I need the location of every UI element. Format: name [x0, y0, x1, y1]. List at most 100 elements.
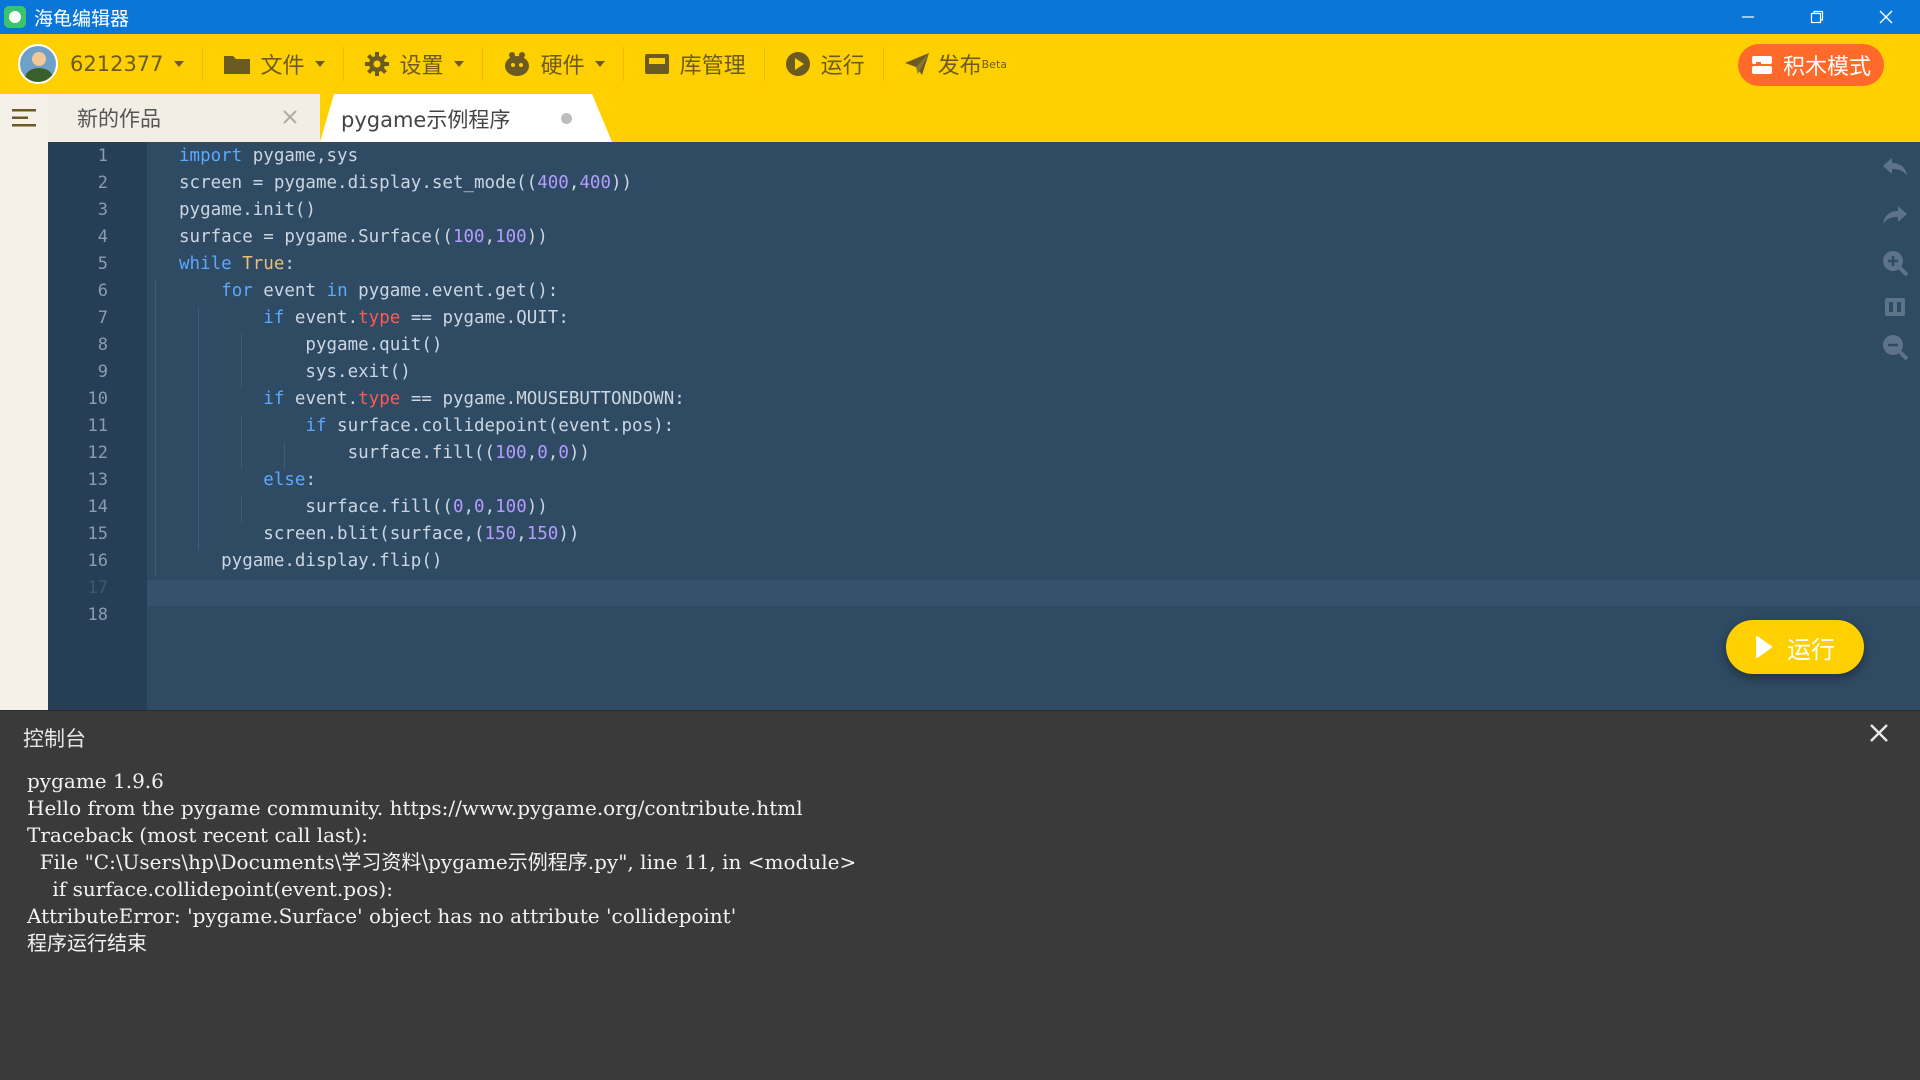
- undo-icon: [1883, 158, 1907, 176]
- run-button[interactable]: 运行: [1726, 620, 1864, 674]
- code-line[interactable]: for event in pygame.event.get():: [179, 278, 558, 305]
- code-line[interactable]: pygame.display.flip(): [179, 548, 442, 575]
- console-line: if surface.collidepoint(event.pos):: [27, 877, 393, 901]
- line-number: 18: [87, 605, 108, 625]
- code-line[interactable]: surface.fill((100,0,0)): [179, 440, 590, 467]
- avatar: [18, 44, 58, 84]
- run-menu-label: 运行: [820, 54, 865, 79]
- play-icon: [1756, 636, 1772, 658]
- undo-button[interactable]: [1880, 152, 1910, 182]
- close-icon[interactable]: [280, 107, 300, 127]
- hardware-menu-label: 硬件: [540, 54, 585, 79]
- code-editor[interactable]: 1 2 3 4 5 6 7 8 9 10 11 12 13 14 15 16 1…: [48, 142, 1920, 710]
- user-id: 6212377: [70, 52, 164, 76]
- blocks-icon: [1751, 56, 1772, 74]
- code-line[interactable]: if surface.collidepoint(event.pos):: [179, 413, 674, 440]
- zoom-out-icon: [1883, 335, 1908, 360]
- file-menu[interactable]: 文件: [223, 34, 325, 94]
- divider: [622, 47, 624, 81]
- line-number: 1: [97, 146, 108, 166]
- paper-plane-icon: [904, 53, 929, 75]
- app-title: 海龟编辑器: [34, 7, 130, 30]
- line-number: 14: [87, 497, 108, 517]
- code-line[interactable]: surface = pygame.Surface((100,100)): [179, 224, 548, 251]
- line-number: 13: [87, 470, 108, 490]
- editor-side-tools: [1870, 142, 1920, 710]
- console-title: 控制台: [23, 727, 86, 751]
- tab-label: 新的作品: [77, 107, 161, 131]
- fit-icon: [1885, 298, 1905, 316]
- chevron-down-icon: [453, 61, 464, 67]
- code-line[interactable]: pygame.quit(): [179, 332, 442, 359]
- code-line[interactable]: surface.fill((0,0,100)): [179, 494, 547, 521]
- inbox-icon: [644, 54, 669, 74]
- window-controls: [1713, 0, 1920, 34]
- console-line: Hello from the pygame community. https:/…: [27, 796, 803, 820]
- line-number: 4: [97, 227, 108, 247]
- code-line[interactable]: while True:: [179, 251, 295, 278]
- line-number: 12: [87, 443, 108, 463]
- line-number: 6: [97, 281, 108, 301]
- main-toolbar: 6212377 文件 设置 硬件 库管理 运行 发布 Beta 积木模式: [0, 34, 1920, 94]
- restore-icon: [1810, 10, 1823, 24]
- folder-icon: [223, 56, 250, 74]
- line-number: 7: [97, 308, 108, 328]
- chevron-down-icon: [594, 61, 605, 67]
- app-logo-icon: [4, 6, 26, 28]
- settings-menu[interactable]: 设置: [364, 34, 464, 94]
- code-line[interactable]: pygame.init(): [179, 197, 316, 224]
- code-line[interactable]: sys.exit(): [179, 359, 410, 386]
- sidebar-toggle-button[interactable]: [0, 94, 48, 142]
- tab-pygame-example[interactable]: pygame示例程序: [320, 94, 612, 142]
- user-menu[interactable]: 6212377: [18, 34, 184, 94]
- zoom-in-button[interactable]: [1880, 248, 1910, 278]
- line-number: 3: [97, 200, 108, 220]
- code-line[interactable]: else:: [179, 467, 316, 494]
- console-line: AttributeError: 'pygame.Surface' object …: [27, 904, 737, 928]
- active-line-highlight: [147, 580, 1920, 606]
- redo-icon: [1883, 206, 1907, 224]
- code-line[interactable]: if event.type == pygame.MOUSEBUTTONDOWN:: [179, 386, 684, 413]
- indent-guide: [155, 280, 156, 577]
- publish-label: 发布: [937, 54, 982, 79]
- code-line[interactable]: if event.type == pygame.QUIT:: [179, 305, 569, 332]
- close-icon[interactable]: [1868, 722, 1890, 744]
- hamburger-menu-icon: [12, 109, 36, 127]
- zoom-out-button[interactable]: [1880, 332, 1910, 362]
- tab-label: pygame示例程序: [341, 108, 511, 132]
- console-line: File "C:\Users\hp\Documents\学习资料\pygame示…: [27, 850, 857, 874]
- divider: [763, 47, 765, 81]
- publish-button[interactable]: 发布 Beta: [904, 34, 1007, 94]
- line-number: 16: [87, 551, 108, 571]
- minimize-icon: [1741, 16, 1754, 18]
- code-line[interactable]: import pygame,sys: [179, 143, 358, 170]
- block-mode-label: 积木模式: [1782, 55, 1871, 80]
- close-button[interactable]: [1851, 0, 1920, 34]
- tab-new-work[interactable]: 新的作品: [48, 94, 320, 142]
- code-line[interactable]: screen.blit(surface,(150,150)): [179, 521, 579, 548]
- line-number: 5: [97, 254, 108, 274]
- divider: [882, 47, 884, 81]
- unsaved-dot-icon: [561, 113, 572, 124]
- library-button[interactable]: 库管理: [644, 34, 746, 94]
- chevron-down-icon: [173, 61, 184, 67]
- hardware-menu[interactable]: 硬件: [503, 34, 605, 94]
- line-number: 11: [87, 416, 108, 436]
- title-bar: 海龟编辑器: [0, 0, 1920, 34]
- line-number: 8: [97, 335, 108, 355]
- restore-button[interactable]: [1782, 0, 1851, 34]
- block-mode-button[interactable]: 积木模式: [1738, 44, 1884, 86]
- minimize-button[interactable]: [1713, 0, 1782, 34]
- run-button-label: 运行: [1787, 635, 1835, 664]
- zoom-in-icon: [1883, 251, 1908, 276]
- line-gutter: 1 2 3 4 5 6 7 8 9 10 11 12 13 14 15 16 1…: [48, 142, 147, 710]
- console-output: pygame 1.9.6 Hello from the pygame commu…: [0, 756, 1920, 1080]
- run-menu-button[interactable]: 运行: [785, 34, 865, 94]
- chevron-down-icon: [314, 61, 325, 67]
- redo-button[interactable]: [1880, 200, 1910, 230]
- code-line[interactable]: screen = pygame.display.set_mode((400,40…: [179, 170, 632, 197]
- file-menu-label: 文件: [260, 54, 305, 79]
- close-icon: [1879, 10, 1892, 24]
- app-window: 海龟编辑器 6212377 文件 设置 硬件 库管理 运行 发布 Beta 积木…: [0, 0, 1920, 1080]
- fit-button[interactable]: [1880, 292, 1910, 322]
